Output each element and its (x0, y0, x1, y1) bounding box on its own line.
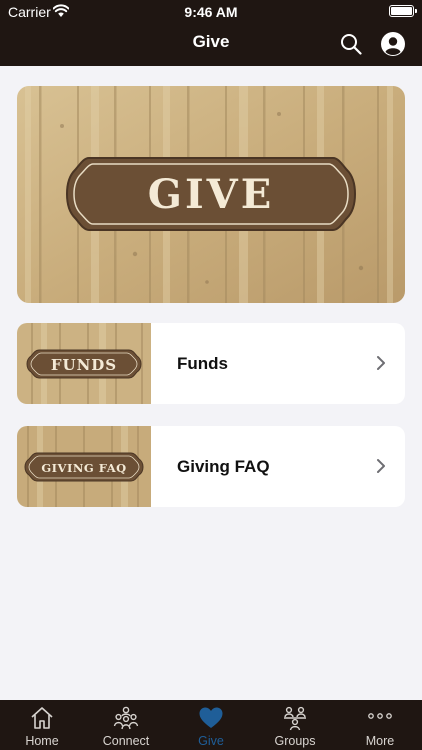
groups-icon (284, 706, 306, 731)
tab-give-label: Give (198, 734, 224, 748)
tab-home[interactable]: Home (0, 700, 84, 750)
search-icon[interactable] (340, 33, 362, 55)
status-bar: Carrier 9:46 AM (0, 0, 422, 24)
tab-give[interactable]: Give (169, 700, 253, 750)
giving-faq-label: Giving FAQ (177, 457, 270, 476)
tab-connect-label: Connect (102, 734, 150, 748)
status-time: 9:46 AM (184, 4, 238, 20)
tab-home-label: Home (25, 734, 59, 748)
tab-bar: Home Connect Give Groups More (0, 700, 422, 750)
giving-faq-thumbnail-image: GIVING FAQ (17, 426, 151, 507)
hero-sign-text: GIVE (148, 171, 274, 218)
funds-list-item[interactable]: FUNDS Funds (17, 323, 405, 404)
battery-icon (389, 5, 417, 17)
give-hero-banner: GIVE (17, 86, 405, 303)
wood-background-image: GIVE (17, 86, 405, 303)
funds-thumbnail-image: FUNDS (17, 323, 151, 404)
tab-groups-label: Groups (274, 734, 316, 748)
tab-more[interactable]: More (338, 700, 422, 750)
heart-icon (199, 707, 223, 728)
tab-connect[interactable]: Connect (84, 700, 168, 750)
chevron-right-icon (377, 356, 385, 370)
people-icon (113, 706, 139, 730)
more-icon (368, 713, 392, 719)
chevron-right-icon (377, 459, 385, 473)
profile-icon[interactable] (381, 32, 405, 56)
funds-label: Funds (177, 354, 228, 373)
giving-faq-thumb-text: GIVING FAQ (41, 461, 126, 475)
tab-groups[interactable]: Groups (253, 700, 337, 750)
tab-more-label: More (365, 734, 395, 748)
funds-thumb-text: FUNDS (51, 356, 117, 374)
top-bar: Carrier 9:46 AM Give (0, 0, 422, 66)
home-icon (31, 707, 53, 729)
giving-faq-list-item[interactable]: GIVING FAQ Giving FAQ (17, 426, 405, 507)
